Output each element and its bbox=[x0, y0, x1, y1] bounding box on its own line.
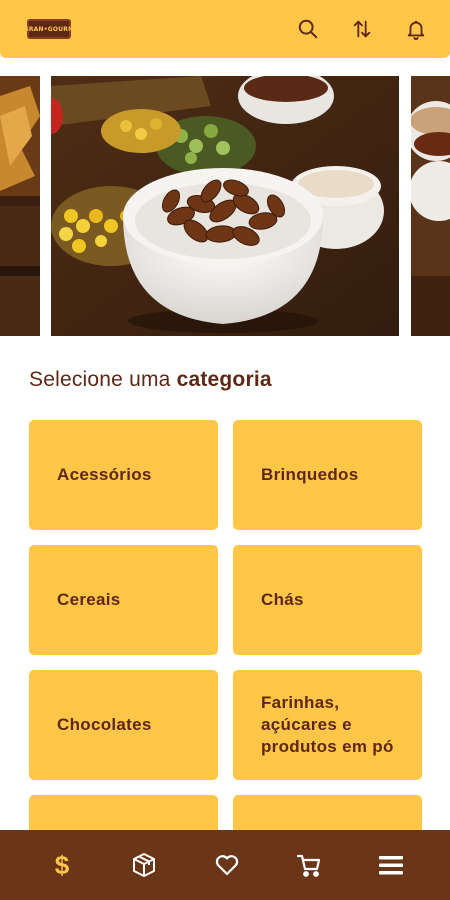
logo-text: GRAN•GOURM bbox=[23, 25, 75, 33]
dollar-icon[interactable]: $ bbox=[47, 850, 77, 880]
app-header: GRAN•GOURM bbox=[0, 0, 450, 58]
category-grid: Acessórios Brinquedos Cereais Chás Choco… bbox=[29, 420, 422, 900]
banner-slide-next[interactable] bbox=[411, 76, 450, 336]
menu-icon[interactable] bbox=[376, 850, 406, 880]
category-card-acessorios[interactable]: Acessórios bbox=[29, 420, 218, 530]
category-label: Farinhas, açúcares e produtos em pó bbox=[261, 693, 394, 756]
category-label: Chás bbox=[261, 590, 304, 609]
heart-icon[interactable] bbox=[212, 850, 242, 880]
category-label: Chocolates bbox=[57, 715, 152, 734]
dollar-glyph: $ bbox=[54, 849, 70, 880]
bottom-navigation: $ bbox=[0, 830, 450, 900]
brand-logo[interactable]: GRAN•GOURM bbox=[24, 19, 74, 39]
category-card-chas[interactable]: Chás bbox=[233, 545, 422, 655]
sort-icon[interactable] bbox=[350, 17, 374, 41]
bell-icon[interactable] bbox=[404, 17, 428, 41]
category-card-farinhas[interactable]: Farinhas, açúcares e produtos em pó bbox=[233, 670, 422, 780]
category-card-brinquedos[interactable]: Brinquedos bbox=[233, 420, 422, 530]
search-icon[interactable] bbox=[296, 17, 320, 41]
category-label: Acessórios bbox=[57, 465, 152, 484]
category-card-cereais[interactable]: Cereais bbox=[29, 545, 218, 655]
box-icon[interactable] bbox=[129, 850, 159, 880]
cart-icon[interactable] bbox=[294, 850, 324, 880]
category-card-chocolates[interactable]: Chocolates bbox=[29, 670, 218, 780]
category-label: Brinquedos bbox=[261, 465, 359, 484]
banner-slide-current[interactable] bbox=[51, 76, 399, 336]
category-label: Cereais bbox=[57, 590, 121, 609]
category-heading-bold: categoria bbox=[176, 368, 272, 391]
banner-slide-previous[interactable] bbox=[0, 76, 40, 336]
header-actions bbox=[296, 17, 428, 41]
banner-carousel[interactable] bbox=[0, 76, 450, 336]
category-heading-regular: Selecione uma bbox=[29, 368, 177, 391]
category-heading: Selecione uma categoria bbox=[29, 368, 272, 392]
